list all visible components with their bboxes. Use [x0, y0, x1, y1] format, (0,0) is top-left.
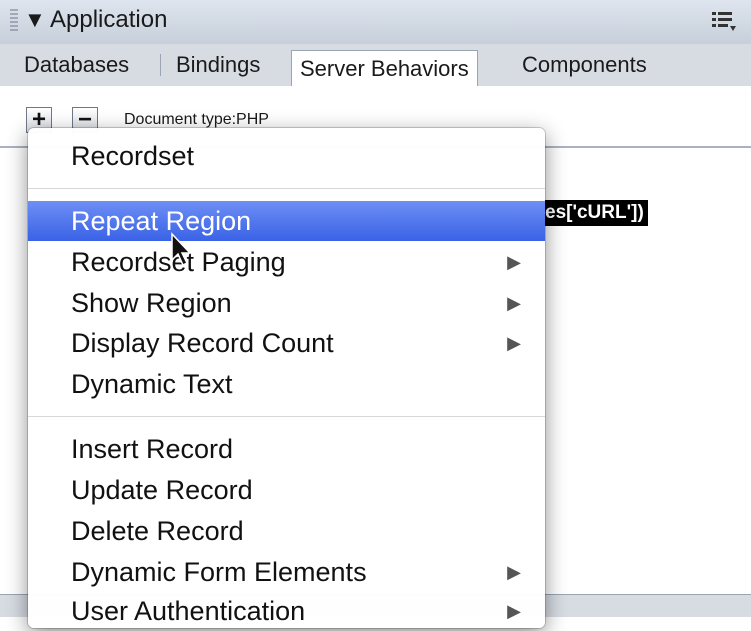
panel-title-bar[interactable]: ▼ Application: [0, 0, 751, 45]
code-fragment: es['cURL']): [541, 200, 648, 226]
tab-separator: [160, 54, 161, 76]
menu-item-label: Insert Record: [71, 434, 234, 464]
menu-item-user-authentication[interactable]: User Authentication ▶: [28, 591, 545, 631]
menu-item-label: Update Record: [71, 475, 253, 505]
server-behaviors-menu: Recordset Repeat Region Recordset Paging…: [28, 128, 545, 628]
menu-item-label: Show Region: [71, 288, 232, 318]
submenu-arrow-icon: ▶: [507, 293, 521, 313]
menu-item-insert-record[interactable]: Insert Record: [28, 429, 545, 469]
tab-databases[interactable]: Databases: [24, 50, 129, 80]
tab-server-behaviors[interactable]: Server Behaviors: [291, 50, 478, 87]
submenu-arrow-icon: ▶: [507, 601, 521, 621]
menu-item-label: Repeat Region: [71, 206, 252, 236]
menu-separator: [28, 416, 545, 417]
document-type-label: Document type:PHP: [124, 111, 269, 128]
submenu-arrow-icon: ▶: [507, 252, 521, 272]
menu-item-delete-record[interactable]: Delete Record: [28, 511, 545, 551]
collapse-triangle-icon[interactable]: ▼: [24, 7, 46, 33]
panel-title: Application: [50, 6, 168, 33]
menu-separator: [28, 188, 545, 189]
panel-tabs: Databases Bindings Server Behaviors Comp…: [0, 44, 751, 87]
menu-item-dynamic-form-elements[interactable]: Dynamic Form Elements ▶: [28, 552, 545, 592]
menu-item-dynamic-text[interactable]: Dynamic Text: [28, 364, 545, 404]
menu-item-label: Dynamic Form Elements: [71, 557, 367, 587]
menu-item-repeat-region[interactable]: Repeat Region: [28, 201, 545, 241]
menu-item-recordset[interactable]: Recordset: [28, 136, 545, 176]
tab-components[interactable]: Components: [522, 50, 647, 80]
menu-item-label: User Authentication: [71, 596, 306, 626]
tab-bindings[interactable]: Bindings: [176, 50, 260, 80]
panel-options-icon[interactable]: [709, 6, 739, 36]
menu-item-label: Delete Record: [71, 516, 244, 546]
mouse-pointer-icon: [171, 232, 192, 267]
menu-item-label: Display Record Count: [71, 328, 334, 358]
menu-item-display-record-count[interactable]: Display Record Count ▶: [28, 323, 545, 363]
menu-item-update-record[interactable]: Update Record: [28, 470, 545, 510]
submenu-arrow-icon: ▶: [507, 562, 521, 582]
menu-item-show-region[interactable]: Show Region ▶: [28, 283, 545, 323]
submenu-arrow-icon: ▶: [507, 333, 521, 353]
grip-handle[interactable]: [10, 9, 18, 31]
menu-item-label: Dynamic Text: [71, 369, 233, 399]
menu-item-recordset-paging[interactable]: Recordset Paging ▶: [28, 242, 545, 282]
menu-item-label: Recordset: [71, 141, 195, 171]
